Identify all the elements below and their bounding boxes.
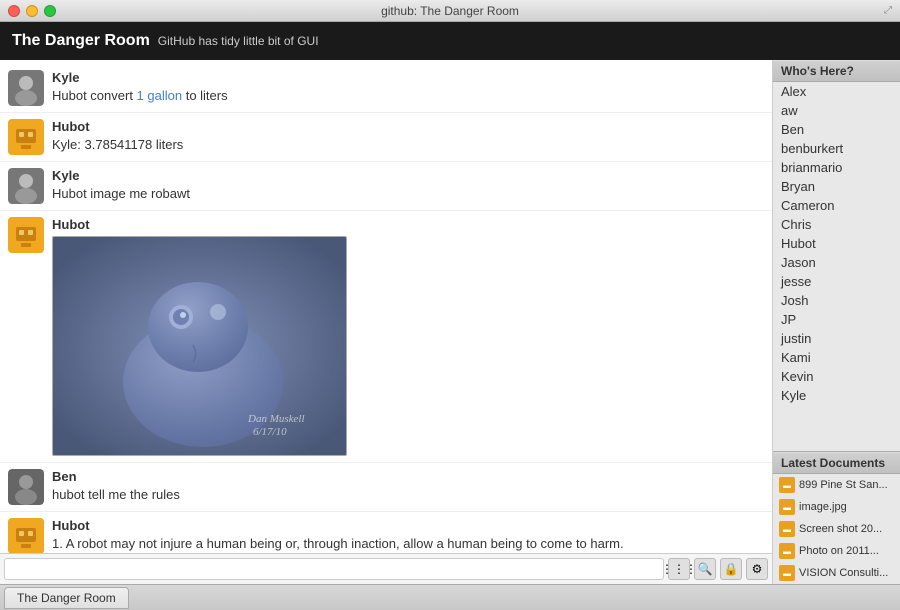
doc-title: 899 Pine St San... [799, 479, 888, 491]
sidebar-item-user[interactable]: Kyle [773, 386, 900, 405]
message-content: Hubot [52, 217, 764, 456]
lock-icon[interactable]: 🔒 [720, 558, 742, 580]
message-content: Hubot Kyle: 3.78541178 liters [52, 119, 764, 154]
svg-text:Dan Muskell: Dan Muskell [247, 413, 305, 425]
doc-icon: ▬ [779, 565, 795, 581]
sidebar-item-user[interactable]: Jason [773, 253, 900, 272]
message-content: Ben hubot tell me the rules [52, 469, 764, 504]
sidebar-item-user[interactable]: brianmario [773, 158, 900, 177]
list-item: Hubot 1. A robot may not injure a human … [0, 512, 772, 553]
maximize-button[interactable] [44, 5, 56, 17]
doc-icon: ▬ [779, 521, 795, 537]
sidebar-doc-item[interactable]: ▬ 899 Pine St San... [773, 474, 900, 496]
message-username: Kyle [52, 168, 764, 183]
chat-input[interactable] [4, 558, 664, 580]
doc-icon: ▬ [779, 543, 795, 559]
minimize-button[interactable] [26, 5, 38, 17]
avatar [8, 70, 44, 106]
avatar [8, 217, 44, 253]
message-username: Hubot [52, 518, 764, 533]
avatar [8, 469, 44, 505]
sidebar-users: AlexawBenbenburkertbrianmarioBryanCamero… [773, 82, 900, 451]
sidebar-doc-item[interactable]: ▬ Photo on 2011... [773, 540, 900, 562]
message-username: Hubot [52, 217, 764, 232]
message-text: hubot tell me the rules [52, 486, 764, 504]
message-text: Hubot image me robawt [52, 185, 764, 203]
message-text: 1. A robot may not injure a human being … [52, 535, 764, 553]
chat-input-area: ⋮⋮⋮ 🔍 🔒 ⚙ [0, 553, 772, 584]
sidebar-doc-item[interactable]: ▬ Screen shot 20... [773, 518, 900, 540]
list-item: Ben hubot tell me the rules [0, 463, 772, 512]
sidebar-doc-item[interactable]: ▬ image.jpg [773, 496, 900, 518]
message-username: Ben [52, 469, 764, 484]
doc-icon: ▬ [779, 477, 795, 493]
robot-image: Dan Muskell 6/17/10 [52, 236, 347, 456]
chat-area: Kyle Hubot convert 1 gallon to liters [0, 60, 773, 584]
latest-docs-header: Latest Documents [773, 452, 900, 474]
app-header: The Danger Room GitHub has tidy little b… [0, 22, 900, 60]
whos-here-header: Who's Here? [773, 60, 900, 82]
avatar [8, 119, 44, 155]
settings-icon[interactable]: ⚙ [746, 558, 768, 580]
sidebar: Who's Here? AlexawBenbenburkertbrianmari… [773, 60, 900, 584]
sidebar-item-user[interactable]: Ben [773, 120, 900, 139]
doc-title: image.jpg [799, 501, 847, 513]
close-button[interactable] [8, 5, 20, 17]
sidebar-item-user[interactable]: Chris [773, 215, 900, 234]
resize-icon[interactable]: ⤢ [884, 5, 892, 16]
scroll-left-icon[interactable]: ⋮⋮⋮ [668, 558, 690, 580]
doc-icon: ▬ [779, 499, 795, 515]
sidebar-item-user[interactable]: Josh [773, 291, 900, 310]
sidebar-item-user[interactable]: Kami [773, 348, 900, 367]
message-username: Kyle [52, 70, 764, 85]
message-link[interactable]: 1 gallon [137, 88, 183, 103]
sidebar-item-user[interactable]: Bryan [773, 177, 900, 196]
message-content: Kyle Hubot convert 1 gallon to liters [52, 70, 764, 105]
sidebar-docs: Latest Documents ▬ 899 Pine St San... ▬ ima… [773, 451, 900, 584]
list-item: Hubot [0, 211, 772, 463]
sidebar-item-user[interactable]: jesse [773, 272, 900, 291]
title-bar: github: The Danger Room ⤢ [0, 0, 900, 22]
avatar [8, 518, 44, 553]
tab-danger-room[interactable]: The Danger Room [4, 587, 129, 609]
svg-text:6/17/10: 6/17/10 [253, 426, 287, 438]
message-content: Kyle Hubot image me robawt [52, 168, 764, 203]
doc-title: VISION Consulti... [799, 567, 888, 579]
list-item: Hubot Kyle: 3.78541178 liters [0, 113, 772, 162]
app-window: The Danger Room GitHub has tidy little b… [0, 22, 900, 610]
doc-title: Screen shot 20... [799, 523, 882, 535]
app-subtitle: GitHub has tidy little bit of GUI [158, 34, 319, 48]
sidebar-item-user[interactable]: justin [773, 329, 900, 348]
app-title: The Danger Room [12, 32, 150, 50]
sidebar-item-user[interactable]: benburkert [773, 139, 900, 158]
sidebar-item-user[interactable]: Hubot [773, 234, 900, 253]
bottom-bar: The Danger Room [0, 584, 900, 610]
avatar [8, 168, 44, 204]
sidebar-item-user[interactable]: JP [773, 310, 900, 329]
message-content: Hubot 1. A robot may not injure a human … [52, 518, 764, 553]
message-username: Hubot [52, 119, 764, 134]
sidebar-item-user[interactable]: Cameron [773, 196, 900, 215]
window-controls [8, 5, 56, 17]
sidebar-item-user[interactable]: aw [773, 101, 900, 120]
sidebar-item-user[interactable]: Alex [773, 82, 900, 101]
list-item: Kyle Hubot image me robawt [0, 162, 772, 211]
chat-input-icons: ⋮⋮⋮ 🔍 🔒 ⚙ [668, 558, 768, 580]
window-title: github: The Danger Room [381, 4, 519, 18]
sidebar-doc-item[interactable]: ▬ VISION Consulti... [773, 562, 900, 584]
main-area: Kyle Hubot convert 1 gallon to liters [0, 60, 900, 584]
search-icon[interactable]: 🔍 [694, 558, 716, 580]
chat-messages: Kyle Hubot convert 1 gallon to liters [0, 60, 772, 553]
message-text: Hubot convert 1 gallon to liters [52, 87, 764, 105]
sidebar-item-user[interactable]: Kevin [773, 367, 900, 386]
message-text: Kyle: 3.78541178 liters [52, 136, 764, 154]
list-item: Kyle Hubot convert 1 gallon to liters [0, 64, 772, 113]
doc-title: Photo on 2011... [799, 545, 879, 557]
